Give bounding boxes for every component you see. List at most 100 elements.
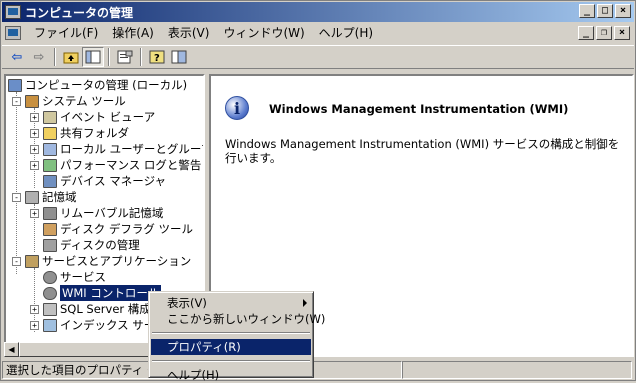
collapse-toggle[interactable]: -	[12, 256, 21, 266]
tree-item-label: サービスとアプリケーション	[42, 254, 192, 268]
tree-item-removable-storage[interactable]: + リムーバブル記憶域	[30, 205, 163, 221]
tree-item-label: システム ツール	[42, 94, 126, 108]
tree-item-performance[interactable]: + パフォーマンス ログと警告	[30, 157, 201, 173]
mdi-system-icon[interactable]	[5, 26, 21, 40]
expand-toggle[interactable]: +	[30, 304, 39, 314]
ctx-new-window-label: ここから新しいウィンドウ(W)	[167, 312, 326, 326]
status-panel	[402, 361, 632, 379]
forward-arrow-icon: ⇨	[33, 49, 45, 65]
up-one-level-button[interactable]	[60, 47, 82, 67]
computer-management-icon	[5, 5, 21, 19]
mdi-restore-button[interactable]: ❐	[596, 26, 612, 40]
ctx-properties[interactable]: プロパティ(R)	[151, 339, 311, 355]
tree-item-label: デバイス マネージャ	[60, 174, 167, 188]
properties-icon	[117, 50, 133, 64]
menu-window[interactable]: ウィンドウ(W)	[216, 24, 311, 42]
tree-item-indexing[interactable]: + インデックス サービ	[30, 317, 167, 333]
collapse-toggle[interactable]: -	[12, 96, 21, 106]
performance-icon	[43, 158, 57, 172]
services-apps-icon	[25, 254, 39, 268]
tree-item-label: リムーバブル記憶域	[60, 206, 164, 220]
up-folder-icon	[63, 52, 79, 64]
expand-toggle[interactable]: +	[30, 320, 39, 330]
title-bar[interactable]: コンピュータの管理 _ □ ×	[2, 2, 634, 22]
expand-toggle[interactable]: +	[30, 112, 39, 122]
menu-help[interactable]: ヘルプ(H)	[312, 24, 380, 42]
wmi-gear-icon	[43, 286, 57, 300]
help-icon: ?	[149, 50, 165, 64]
tree-item-storage[interactable]: - 記憶域	[12, 189, 77, 205]
menu-file[interactable]: ファイル(F)	[27, 24, 105, 42]
tree-item-device-manager[interactable]: デバイス マネージャ	[30, 173, 166, 189]
maximize-button[interactable]: □	[597, 4, 613, 18]
tree-item-services[interactable]: サービス	[30, 269, 106, 285]
submenu-arrow-icon	[303, 299, 307, 307]
main-window: コンピュータの管理 _ □ × ファイル(F) 操作(A) 表示(V) ウィンド…	[0, 0, 636, 382]
tree-item-label: 記憶域	[42, 190, 77, 204]
help-button[interactable]: ?	[146, 47, 168, 67]
tree-connector	[16, 92, 17, 274]
ctx-view-label: 表示(V)	[167, 296, 207, 310]
console-icon	[171, 50, 187, 64]
tree-item-local-users[interactable]: + ローカル ユーザーとグループ	[30, 141, 203, 157]
scroll-left-button[interactable]: ◀	[4, 342, 19, 357]
expand-toggle[interactable]: +	[30, 160, 39, 170]
tools-icon	[25, 94, 39, 108]
menu-bar: ファイル(F) 操作(A) 表示(V) ウィンドウ(W) ヘルプ(H) _ ❐ …	[2, 23, 634, 43]
back-button[interactable]: ⇦	[6, 47, 28, 67]
tree-item-label: サービス	[60, 270, 106, 284]
status-bar: 選択した項目のプロパティ ダイ	[2, 361, 634, 380]
tree-item-disk-management[interactable]: ディスクの管理	[30, 237, 140, 253]
wmi-title: Windows Management Instrumentation (WMI)	[269, 102, 569, 116]
wmi-description: Windows Management Instrumentation (WMI)…	[225, 137, 620, 165]
expand-toggle[interactable]: +	[30, 144, 39, 154]
tree-item-services-apps[interactable]: - サービスとアプリケーション	[12, 253, 191, 269]
tree-item-event-viewer[interactable]: + イベント ビューア	[30, 109, 155, 125]
tree-item-disk-defrag[interactable]: ディスク デフラグ ツール	[30, 221, 193, 237]
info-icon: i	[225, 96, 249, 120]
minimize-button[interactable]: _	[579, 4, 595, 18]
toolbar: ⇦ ⇨ ?	[2, 45, 634, 69]
menu-action[interactable]: 操作(A)	[105, 24, 161, 42]
scroll-thumb[interactable]	[19, 342, 169, 357]
back-arrow-icon: ⇦	[11, 49, 23, 65]
computer-icon	[8, 78, 22, 92]
tree-item-wmi-control[interactable]: WMI コントロール	[30, 285, 162, 301]
expand-toggle[interactable]: +	[30, 128, 39, 138]
svg-text:?: ?	[154, 53, 160, 64]
removable-storage-icon	[43, 206, 57, 220]
menu-view[interactable]: 表示(V)	[161, 24, 217, 42]
console-tree-button[interactable]	[168, 47, 190, 67]
mdi-minimize-button[interactable]: _	[578, 26, 594, 40]
ctx-view[interactable]: 表示(V)	[151, 295, 311, 311]
close-button[interactable]: ×	[615, 4, 631, 18]
collapse-toggle[interactable]: -	[12, 192, 21, 202]
toolbar-separator	[54, 48, 56, 66]
ctx-new-window[interactable]: ここから新しいウィンドウ(W)	[151, 311, 325, 327]
toolbar-separator	[108, 48, 110, 66]
mdi-close-button[interactable]: ×	[614, 26, 630, 40]
services-gear-icon	[43, 270, 57, 284]
tree-item-label: パフォーマンス ログと警告	[60, 158, 202, 172]
disk-management-icon	[43, 238, 57, 252]
expand-toggle[interactable]: +	[30, 208, 39, 218]
tree-item-label: コンピュータの管理 (ローカル)	[25, 78, 188, 92]
tree-item-shared-folders[interactable]: + 共有フォルダ	[30, 125, 129, 141]
device-manager-icon	[43, 174, 57, 188]
tree-item-label: SQL Server 構成	[60, 302, 151, 316]
users-icon	[43, 142, 57, 156]
show-tree-icon	[85, 50, 101, 64]
forward-button[interactable]: ⇨	[28, 47, 50, 67]
tree-item-system-tools[interactable]: - システム ツール	[12, 93, 126, 109]
defrag-icon	[43, 222, 57, 236]
indexing-icon	[43, 318, 57, 332]
tree-item-sql-server[interactable]: + SQL Server 構成	[30, 301, 151, 317]
tree-item-root[interactable]: コンピュータの管理 (ローカル)	[8, 77, 187, 93]
event-viewer-icon	[43, 110, 57, 124]
ctx-properties-label: プロパティ(R)	[167, 340, 241, 354]
window-title: コンピュータの管理	[25, 5, 134, 20]
tree-item-label-selected: WMI コントロール	[60, 285, 162, 301]
tree-item-label: ディスク デフラグ ツール	[60, 222, 194, 236]
properties-button[interactable]	[114, 47, 136, 67]
show-hide-tree-button[interactable]	[82, 47, 104, 67]
